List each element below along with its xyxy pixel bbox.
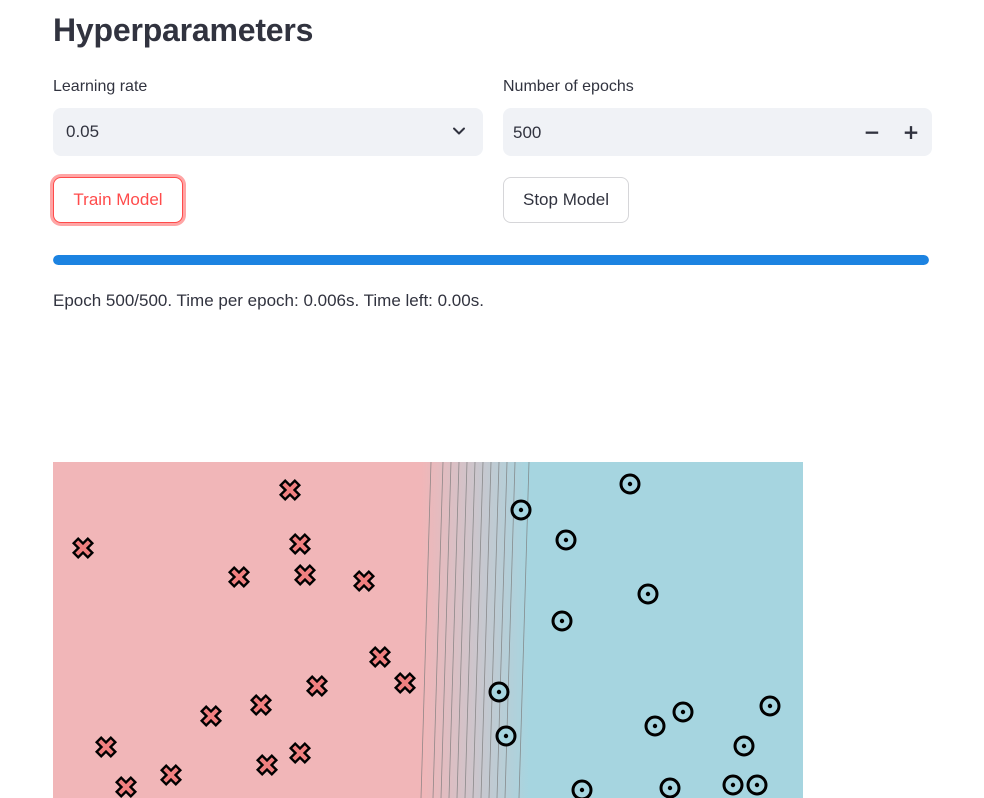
class-1-point (637, 583, 659, 605)
epochs-number-input: − + (503, 108, 932, 158)
class-1-point (510, 499, 532, 521)
chevron-down-icon (453, 127, 465, 135)
progress-bar (53, 255, 929, 265)
stop-model-button[interactable]: Stop Model (503, 177, 629, 223)
learning-rate-value: 0.05 (66, 122, 100, 141)
plot-background (53, 462, 803, 798)
class-1-point (644, 715, 666, 737)
class-1-point (659, 777, 681, 798)
decision-boundary-plot (53, 462, 803, 798)
plus-icon: + (902, 120, 920, 144)
epochs-label: Number of epochs (503, 78, 634, 95)
training-status-text: Epoch 500/500. Time per epoch: 0.006s. T… (53, 291, 484, 310)
decrement-button[interactable]: − (856, 116, 888, 148)
decision-boundary-chart (53, 462, 803, 798)
class-1-point (551, 610, 573, 632)
class-1-point (733, 735, 755, 757)
class-1-point (722, 774, 744, 796)
class-1-point (759, 695, 781, 717)
class-1-point (488, 681, 510, 703)
class-1-point (619, 473, 641, 495)
minus-icon: − (863, 120, 881, 144)
class-1-point (672, 701, 694, 723)
learning-rate-select[interactable]: 0.05 (53, 108, 483, 156)
class-1-point (571, 779, 593, 798)
epochs-input[interactable] (503, 108, 855, 158)
train-model-button[interactable]: Train Model (53, 177, 183, 223)
learning-rate-label: Learning rate (53, 78, 148, 95)
class-1-point (746, 774, 768, 796)
class-1-point (495, 725, 517, 747)
progress-bar-fill (53, 255, 929, 265)
increment-button[interactable]: + (895, 116, 927, 148)
class-1-point (555, 529, 577, 551)
page-title: Hyperparameters (53, 12, 314, 48)
